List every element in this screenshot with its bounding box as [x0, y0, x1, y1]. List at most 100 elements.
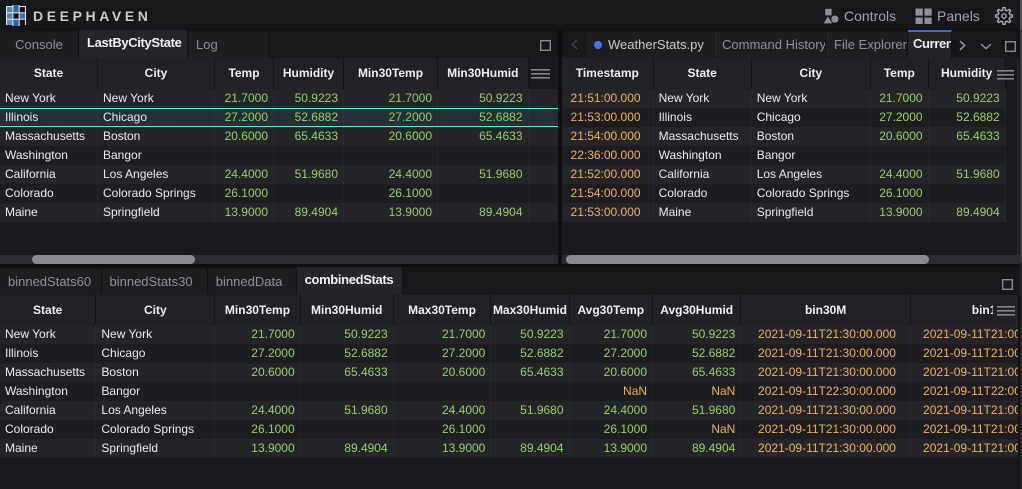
table-cell[interactable]: 52.6882 — [929, 108, 1006, 127]
table-cell[interactable]: 22:36:00.000 — [562, 146, 654, 165]
table-cell[interactable]: 52.6882 — [653, 344, 741, 363]
table-row[interactable]: ColoradoColorado Springs26.100026.1000 — [0, 184, 558, 203]
table-cell[interactable]: 89.4904 — [274, 203, 344, 222]
table-cell[interactable]: 51.9680 — [301, 401, 394, 420]
table-cell[interactable]: 24.4000 — [394, 401, 492, 420]
table-cell[interactable]: 50.9223 — [653, 325, 741, 344]
table-cell[interactable]: 2021-09-11T22:00:00.000 — [911, 382, 1018, 401]
table-cell[interactable]: 51.9680 — [929, 165, 1006, 184]
table-cell[interactable] — [274, 146, 344, 165]
table-cell[interactable]: 13.9000 — [344, 203, 438, 222]
table-cell[interactable] — [274, 184, 344, 203]
column-header-avg30temp[interactable]: Avg30Temp — [570, 295, 654, 325]
column-header-city[interactable]: City — [752, 58, 871, 89]
grid-menu-icon[interactable] — [997, 70, 1014, 80]
table-cell[interactable]: Springfield — [752, 203, 871, 222]
table-cell[interactable]: 2021-09-11T21:00:00.000 — [911, 344, 1018, 363]
table-cell[interactable]: 51.9680 — [491, 401, 569, 420]
table-cell[interactable]: 21:51:00.000 — [562, 89, 654, 108]
table-cell[interactable]: 50.9223 — [929, 89, 1006, 108]
table-cell[interactable]: 2021-09-11T21:00:00.000 — [911, 420, 1018, 439]
table-cell[interactable] — [871, 146, 929, 165]
table-cell[interactable]: Washington — [654, 146, 752, 165]
controls-button[interactable]: Controls — [823, 0, 896, 29]
table-row[interactable]: CaliforniaLos Angeles24.400051.968024.40… — [0, 165, 558, 184]
table-cell[interactable]: Illinois — [654, 108, 752, 127]
tab-command-history[interactable]: Command History — [714, 32, 826, 59]
table-cell[interactable]: 51.9680 — [274, 165, 344, 184]
tab-lastbycitystate[interactable]: LastByCityState — [79, 30, 188, 58]
table-cell[interactable]: 2021-09-11T21:00:00.000 — [911, 401, 1018, 420]
column-header-min30temp[interactable]: Min30Temp — [215, 295, 300, 325]
table-cell[interactable]: 27.2000 — [871, 108, 929, 127]
table-cell[interactable]: 27.2000 — [215, 344, 300, 363]
column-header-city[interactable]: City — [98, 58, 215, 89]
grid-menu-icon[interactable] — [531, 69, 550, 79]
tab-current[interactable]: Curren — [908, 30, 952, 58]
column-header-bin30m[interactable]: bin30M — [741, 295, 911, 325]
table-row[interactable]: CaliforniaLos Angeles24.400051.968024.40… — [0, 401, 1018, 420]
table-cell[interactable]: 13.9000 — [215, 439, 300, 458]
table-cell[interactable]: Maine — [0, 439, 96, 458]
table-cell[interactable]: Los Angeles — [96, 401, 215, 420]
table-cell[interactable]: 65.4633 — [438, 127, 529, 146]
maximize-icon[interactable] — [1005, 41, 1016, 52]
table-row[interactable]: 22:36:00.000WashingtonBangor — [562, 146, 1006, 165]
table-row[interactable]: 21:53:00.000IllinoisChicago27.200052.688… — [562, 108, 1006, 127]
table-cell[interactable]: Colorado — [0, 184, 98, 203]
table-cell[interactable]: 24.4000 — [871, 165, 929, 184]
table-row[interactable]: 21:53:00.000MaineSpringfield13.900089.49… — [562, 203, 1006, 222]
table-cell[interactable]: 27.2000 — [394, 344, 492, 363]
table-cell[interactable]: Colorado — [654, 184, 752, 203]
table-cell[interactable]: 89.4904 — [653, 439, 741, 458]
table-cell[interactable]: Massachusetts — [0, 363, 96, 382]
table-cell[interactable]: 65.4633 — [274, 127, 344, 146]
table-cell[interactable]: Boston — [98, 127, 215, 146]
table-cell[interactable]: 21:54:00.000 — [562, 127, 654, 146]
table-cell[interactable]: California — [0, 165, 98, 184]
table-cell[interactable]: Chicago — [752, 108, 871, 127]
tabs-overflow-chevron-icon[interactable] — [980, 43, 992, 50]
table-cell[interactable]: Illinois — [0, 344, 96, 363]
table-cell[interactable] — [438, 146, 529, 165]
table-cell[interactable]: 50.9223 — [438, 89, 529, 108]
table-cell[interactable]: 51.9680 — [438, 165, 529, 184]
table-cell[interactable]: 52.6882 — [491, 344, 569, 363]
table-cell[interactable]: 26.1000 — [570, 420, 654, 439]
table-cell[interactable]: Colorado — [0, 420, 96, 439]
table-cell[interactable] — [301, 382, 394, 401]
tab-binnedstats60[interactable]: binnedStats60 — [0, 269, 102, 296]
table-row[interactable]: 21:51:00.000New YorkNew York21.700050.92… — [562, 89, 1006, 108]
table-cell[interactable] — [215, 146, 274, 165]
table-cell[interactable]: Washington — [0, 146, 98, 165]
table-cell[interactable] — [344, 146, 438, 165]
table-cell[interactable]: Colorado Springs — [96, 420, 215, 439]
table-cell[interactable]: 13.9000 — [570, 439, 654, 458]
table-cell[interactable]: New York — [654, 89, 752, 108]
table-cell[interactable]: 2021-09-11T21:30:00.000 — [741, 344, 911, 363]
table-cell[interactable]: NaN — [570, 382, 654, 401]
table-cell[interactable]: 2021-09-11T21:30:00.000 — [741, 439, 911, 458]
column-header-temp[interactable]: Temp — [871, 58, 929, 89]
table-cell[interactable]: Los Angeles — [752, 165, 871, 184]
settings-gear-icon[interactable] — [995, 7, 1013, 25]
table-row[interactable]: MaineSpringfield13.900089.490413.900089.… — [0, 203, 558, 222]
table-cell[interactable]: 89.4904 — [438, 203, 529, 222]
table-cell[interactable]: 26.1000 — [215, 184, 274, 203]
table-cell[interactable]: 2021-09-11T21:30:00.000 — [741, 401, 911, 420]
table-cell[interactable]: 27.2000 — [215, 109, 274, 126]
table-cell[interactable]: 20.6000 — [871, 127, 929, 146]
table-row[interactable]: ColoradoColorado Springs26.100026.100026… — [0, 420, 1018, 439]
table-cell[interactable]: 26.1000 — [394, 420, 492, 439]
table-cell[interactable]: 24.4000 — [215, 401, 300, 420]
table-cell[interactable]: 52.6882 — [438, 109, 529, 126]
table-cell[interactable]: 65.4633 — [653, 363, 741, 382]
table-cell[interactable] — [491, 420, 569, 439]
table-cell[interactable]: 21.7000 — [215, 89, 274, 108]
table-cell[interactable]: 89.4904 — [301, 439, 394, 458]
table-cell[interactable]: 2021-09-11T21:30:00.000 — [741, 363, 911, 382]
table-cell[interactable]: 27.2000 — [570, 344, 654, 363]
table-cell[interactable]: California — [654, 165, 752, 184]
table-cell[interactable]: 24.4000 — [344, 165, 438, 184]
table-cell[interactable]: California — [0, 401, 96, 420]
